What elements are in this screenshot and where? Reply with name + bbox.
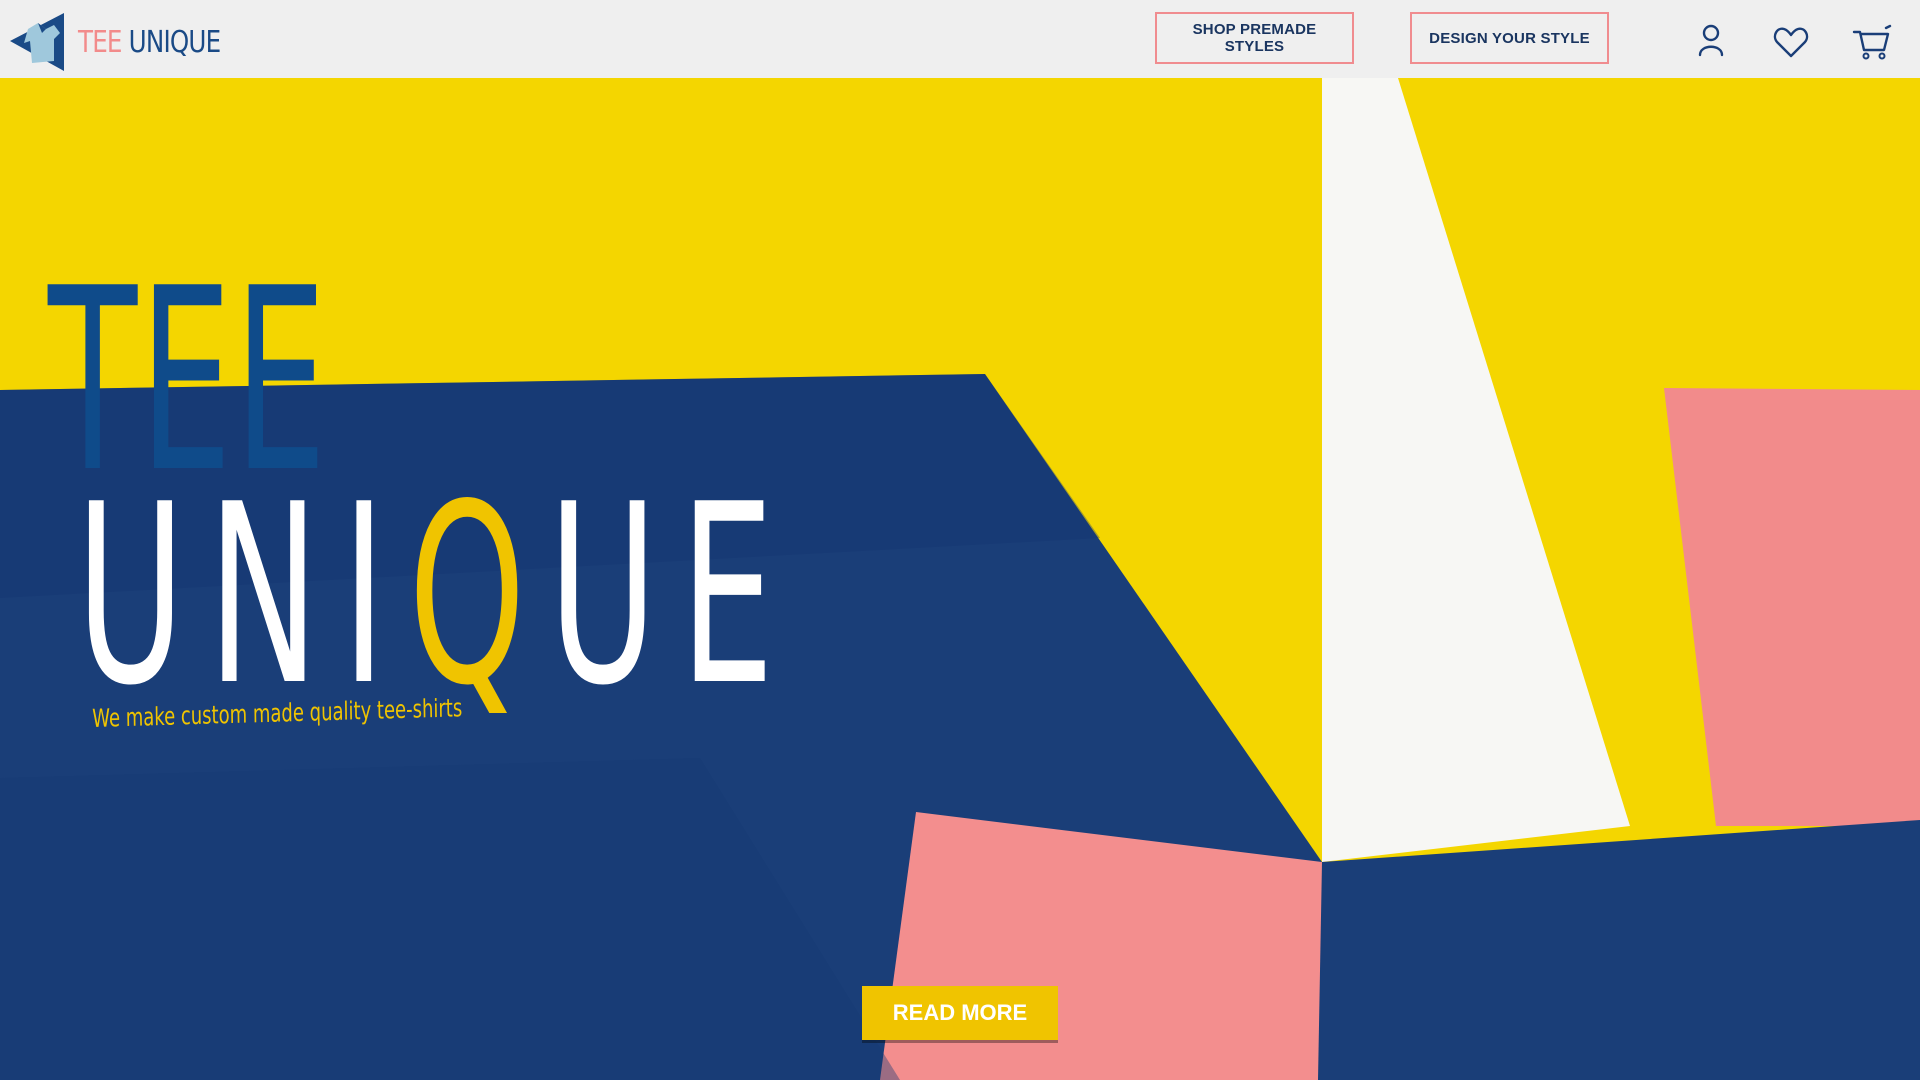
read-more-button[interactable]: READ MORE	[862, 986, 1058, 1040]
cart-icon[interactable]	[1852, 22, 1892, 62]
page: TEE UNIQUE SHOP PREMADE STYLES DESIGN YO…	[0, 0, 1920, 1080]
logo-text-unique: UNIQUE	[128, 24, 221, 60]
site-header: TEE UNIQUE SHOP PREMADE STYLES DESIGN YO…	[0, 0, 1920, 78]
tee-shirt-triangle-logo-icon	[10, 13, 64, 71]
logo[interactable]: TEE UNIQUE	[8, 12, 252, 72]
logo-text-tee: TEE	[78, 24, 122, 60]
user-icon[interactable]	[1691, 22, 1731, 62]
hero-banner: TEE UNIQUE We make custom made quality t…	[0, 78, 1920, 1080]
hero-title-ue: UE	[548, 452, 797, 740]
shop-premade-styles-button[interactable]: SHOP PREMADE STYLES	[1155, 12, 1354, 64]
design-your-style-button[interactable]: DESIGN YOUR STYLE	[1410, 12, 1609, 64]
heart-icon[interactable]	[1771, 22, 1811, 62]
logo-text: TEE UNIQUE	[78, 24, 221, 60]
hero-title-unique: UNIQUE	[76, 472, 797, 720]
